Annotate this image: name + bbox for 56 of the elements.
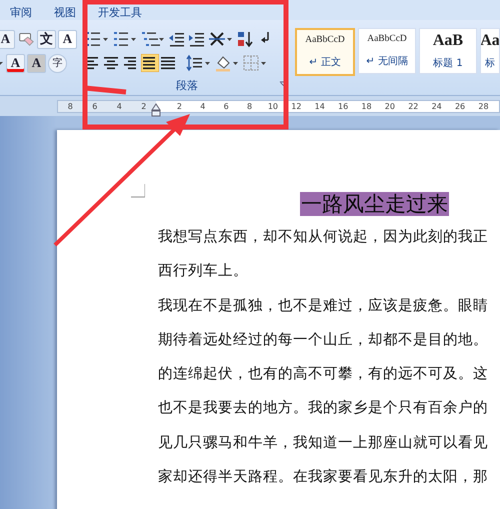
ruler-number: 12 — [290, 102, 302, 110]
ribbon-tab[interactable]: 审阅 — [10, 5, 32, 20]
ruler-number: 2 — [141, 102, 146, 110]
ruler-number: 6 — [92, 102, 98, 110]
style-option[interactable]: AaBbCcD ↵ 正文 — [295, 28, 355, 76]
outdent-icon[interactable] — [168, 30, 186, 48]
font-color-button[interactable]: A — [6, 54, 25, 72]
body-text-line: 我现在不是孤独，也不是难过，应该是疲惫。眼睛 — [158, 296, 489, 316]
annotation-stroke — [84, 86, 126, 94]
body-text-line: 的连绵起伏，也有的高不可攀，有的远不可及。这 — [158, 364, 489, 384]
alignment-button[interactable] — [103, 54, 121, 72]
ruler-number: 8 — [246, 102, 254, 110]
group-label: 段落 — [176, 78, 198, 93]
indent-marker-icon[interactable] — [151, 102, 161, 116]
dialog-launcher-icon[interactable] — [279, 81, 286, 88]
alignment-button[interactable] — [160, 54, 178, 72]
ruler-number: 26 — [454, 102, 466, 110]
indent-icon[interactable] — [188, 30, 206, 48]
cross-arrows-icon[interactable] — [208, 30, 234, 48]
ruler-number: 18 — [360, 102, 373, 110]
ruler-number: 24 — [430, 102, 443, 110]
eraser-icon[interactable] — [17, 30, 35, 48]
ruler-number: 6 — [222, 102, 230, 110]
style-option[interactable]: AaB 标题 1 — [419, 28, 477, 74]
ruler-number: 16 — [337, 102, 350, 110]
document-title: 一路风尘走过来 — [300, 192, 449, 216]
style-option[interactable]: AaBbCcD ↵ 无间隔 — [358, 28, 416, 74]
ruler-number: 28 — [477, 102, 490, 110]
numbering-icon[interactable] — [112, 30, 138, 48]
ruler-number: 4 — [116, 102, 122, 110]
ruler-number: 20 — [384, 102, 396, 110]
sort-icon[interactable] — [236, 30, 254, 48]
ribbon-tab[interactable]: 视图 — [54, 5, 76, 20]
font-tool-button[interactable]: 字 — [48, 54, 67, 72]
ruler-number: 14 — [314, 102, 326, 110]
alignment-button[interactable] — [141, 54, 159, 72]
paint-bucket-icon[interactable] — [214, 54, 240, 72]
body-text-line: 家却还得半天路程。在我家要看见东升的太阳，那 — [158, 468, 489, 488]
ruler-number: 10 — [266, 102, 280, 110]
margin-corner-icon — [131, 184, 145, 198]
ribbon-tab[interactable]: 开发工具 — [98, 5, 142, 20]
body-text-line: 我想写点东西，却不知从何说起，因为此刻的我正 — [158, 228, 489, 247]
font-tool-button[interactable]: A — [0, 30, 15, 48]
line-spacing-icon[interactable] — [186, 54, 212, 72]
ruler-number: 4 — [199, 102, 206, 110]
body-text-line: 见几只骡马和牛羊，我知道一上那座山就可以看见 — [158, 434, 489, 453]
ruler-number: 22 — [407, 102, 420, 110]
body-text-line: 期待着远处经过的每一个山丘，却都不是目的地。 — [158, 330, 489, 350]
ruler-number: 2 — [176, 102, 183, 110]
ruler-number: 8 — [68, 102, 73, 110]
font-tool-button[interactable]: 文 — [37, 30, 56, 48]
font-tool-button[interactable]: A — [58, 30, 77, 48]
body-text-line: 西行列车上。 — [158, 262, 249, 282]
font-tool-button[interactable]: A — [27, 54, 46, 72]
body-text-line: 也不是我要去的地方。我的家乡是个只有百余户的 — [158, 398, 489, 418]
multilevel-icon[interactable] — [140, 30, 166, 48]
